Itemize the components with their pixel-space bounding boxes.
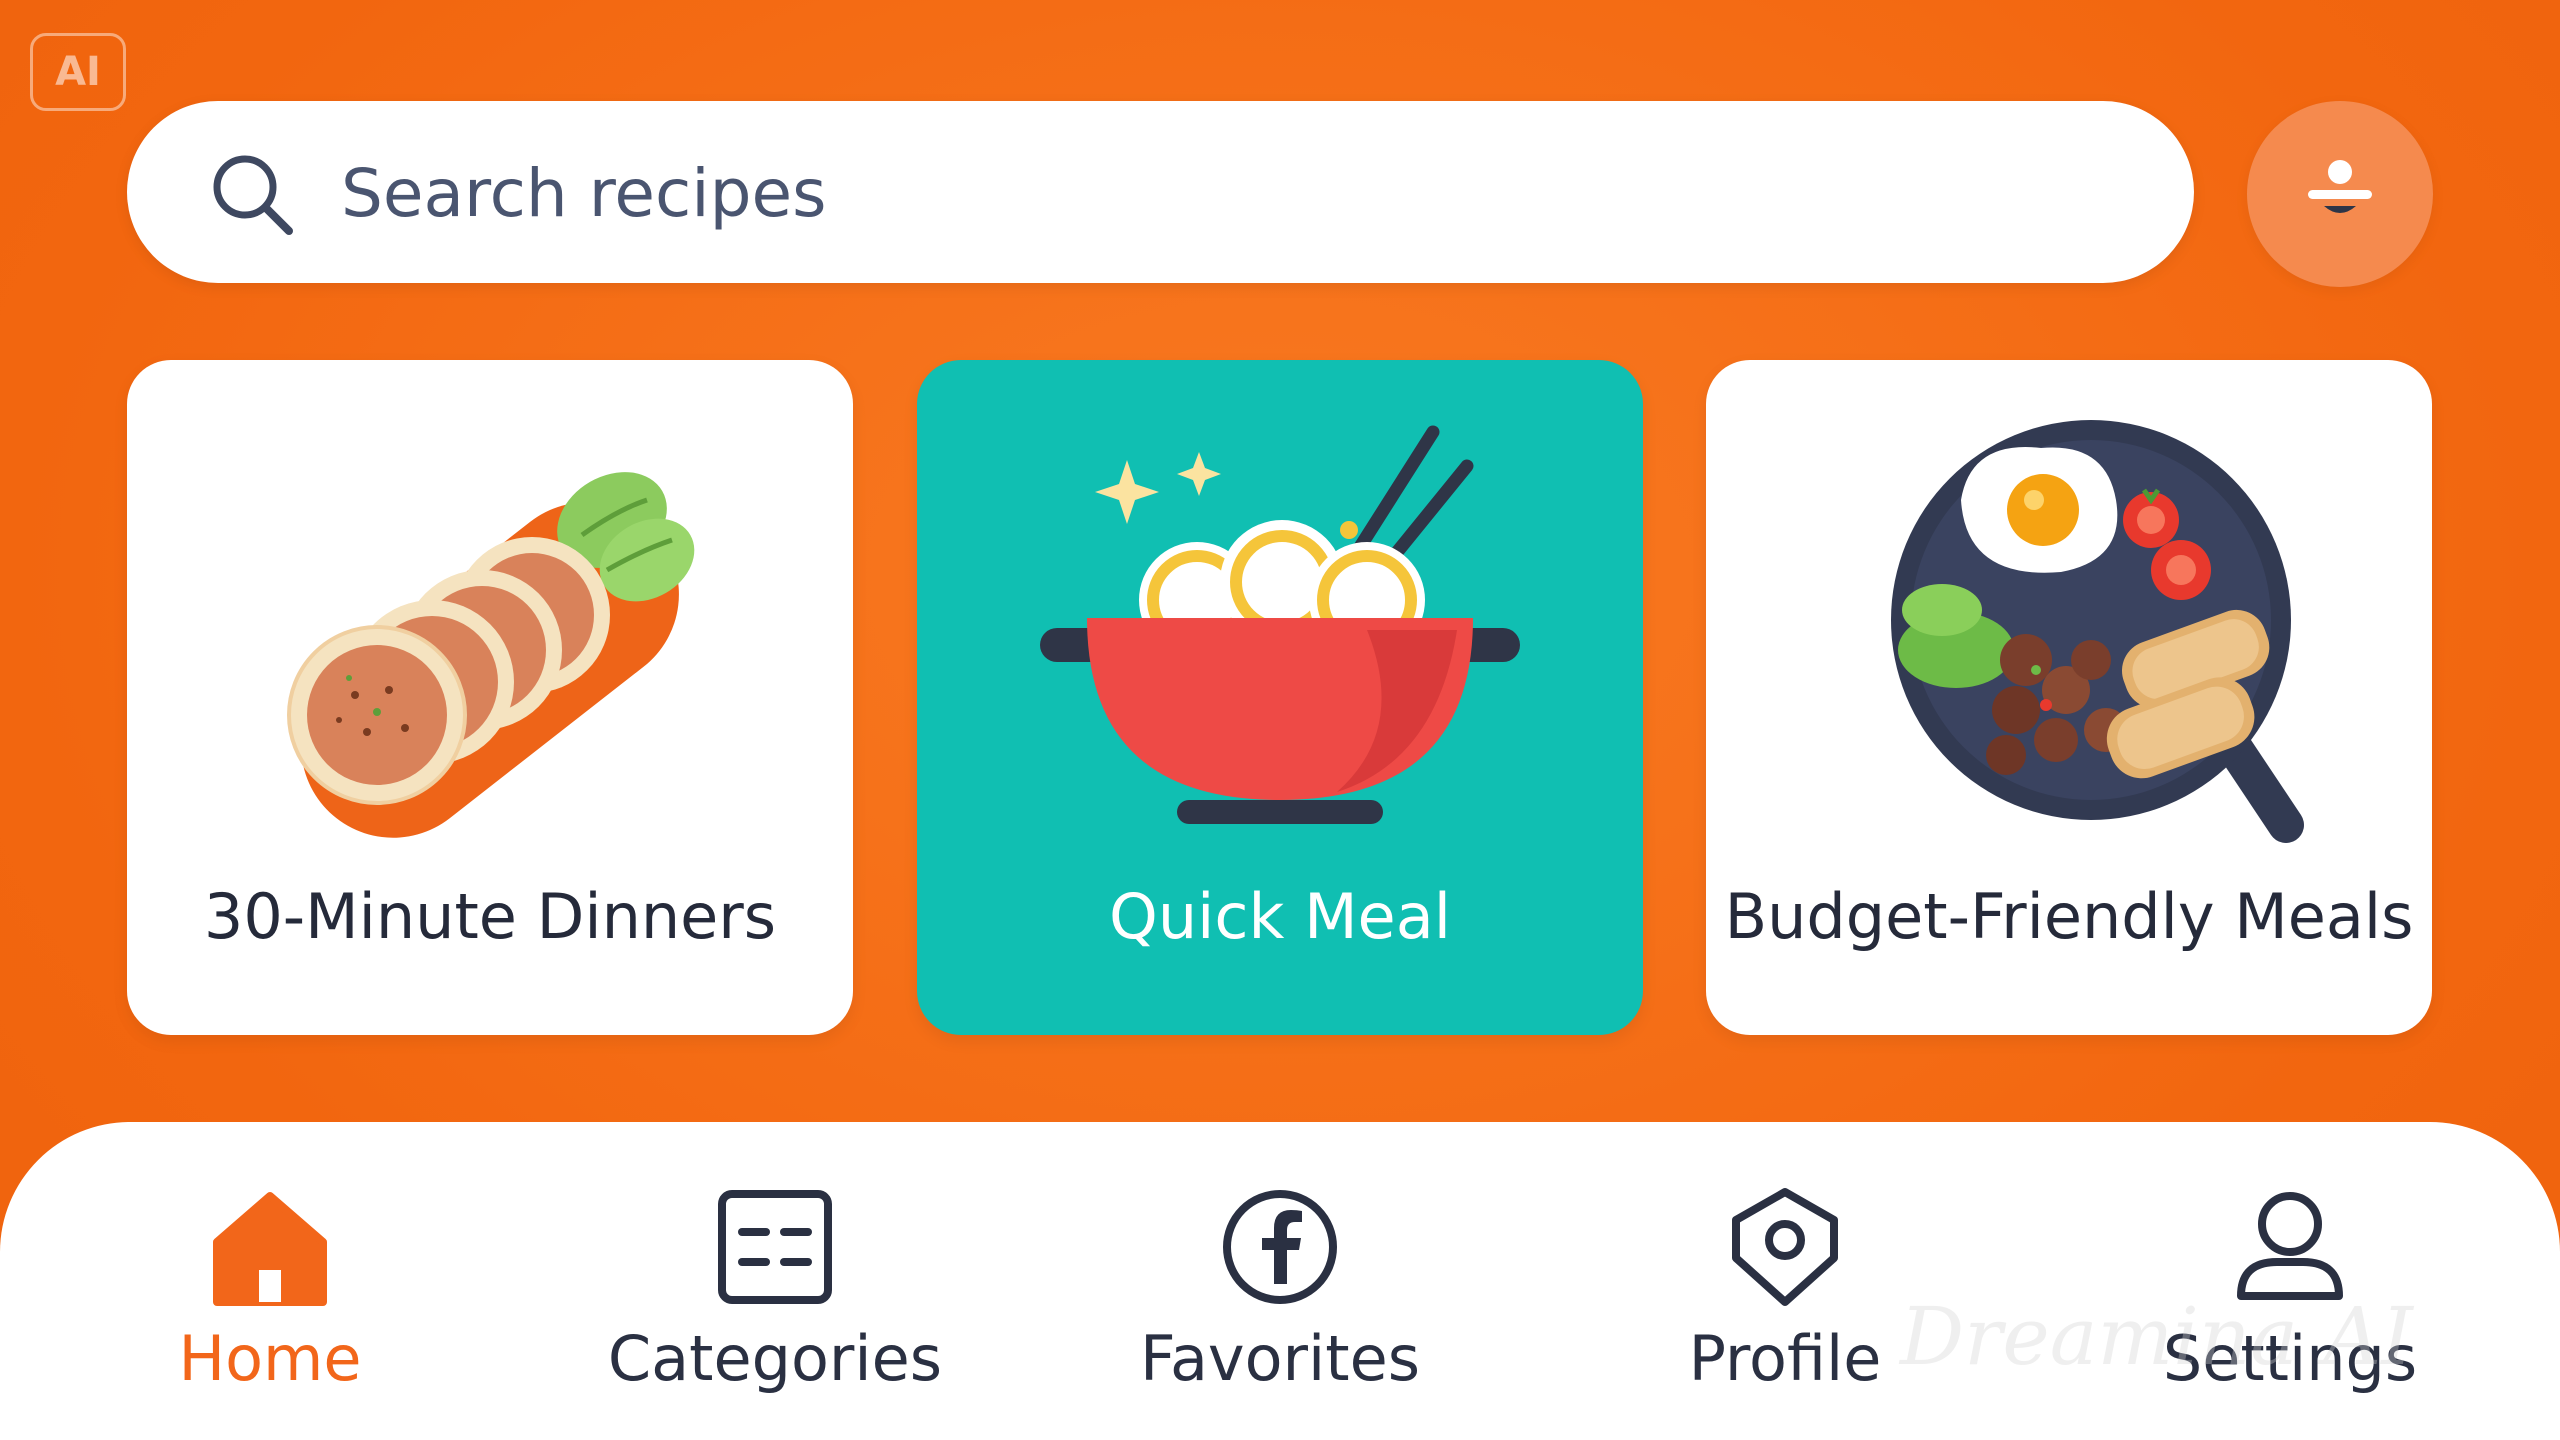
- ai-badge-text: AI: [55, 49, 101, 95]
- ai-badge: AI: [30, 33, 126, 111]
- home-icon: [213, 1192, 327, 1306]
- patties-plate-illustration: [287, 472, 695, 838]
- search-input[interactable]: [339, 141, 2123, 245]
- profile-button[interactable]: [2247, 101, 2433, 287]
- nav-label-settings: Settings: [2162, 1322, 2418, 1395]
- card-label: 30-Minute Dinners: [203, 880, 777, 953]
- nav-item-favorites[interactable]: Favorites: [1050, 1172, 1510, 1422]
- app-screen: AI Search recipes 30-Minute Dinners Quic…: [0, 0, 2560, 1440]
- nav-label-categories: Categories: [607, 1322, 943, 1395]
- nav-label-home: Home: [178, 1322, 362, 1395]
- nav-label-profile: Profile: [1688, 1322, 1882, 1395]
- search-icon: [213, 155, 293, 235]
- category-card-budget-friendly-meals[interactable]: Budget-Friendly Meals: [1706, 360, 2432, 1035]
- card-label: Budget-Friendly Meals: [1724, 880, 2414, 953]
- breakfast-skillet-illustration: [1891, 420, 2304, 843]
- search-bar[interactable]: [127, 101, 2194, 283]
- nav-item-home[interactable]: Home: [40, 1172, 500, 1422]
- facebook-icon: [1223, 1190, 1337, 1304]
- tag-icon: [1732, 1188, 1838, 1306]
- noodle-bowl-illustration: [1040, 425, 1520, 824]
- category-card-quick-meal[interactable]: Quick Meal: [917, 360, 1643, 1035]
- categories-icon: [718, 1190, 832, 1304]
- nav-item-categories[interactable]: Categories: [545, 1172, 1005, 1422]
- nav-label-favorites: Favorites: [1139, 1322, 1421, 1395]
- nav-item-profile[interactable]: Profile: [1555, 1172, 2015, 1422]
- category-card-30-minute-dinners[interactable]: 30-Minute Dinners: [127, 360, 853, 1035]
- nav-item-settings[interactable]: Settings: [2060, 1172, 2520, 1422]
- bottom-navigation: Home Categories Favorites Profile Settin…: [0, 1122, 2560, 1440]
- person-icon: [2308, 160, 2372, 213]
- card-label: Quick Meal: [1109, 880, 1451, 953]
- user-icon: [2237, 1192, 2343, 1300]
